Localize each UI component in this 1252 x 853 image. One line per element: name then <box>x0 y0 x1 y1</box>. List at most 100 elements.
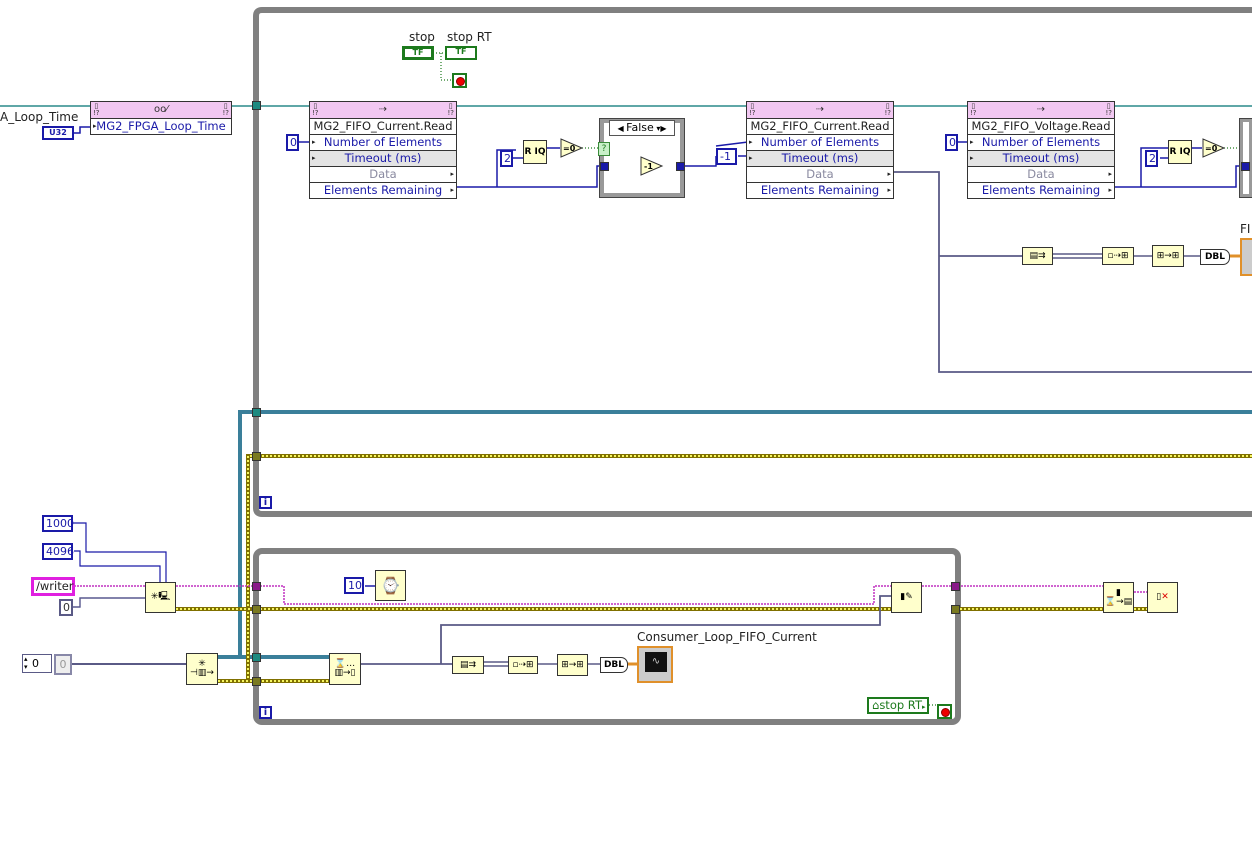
transpose-array-node[interactable]: ⊞→⊞ <box>1152 245 1184 267</box>
flush-stream-node[interactable]: ▮ ⌛→▤ <box>1103 582 1134 613</box>
stop-control-label: stop <box>409 30 435 44</box>
invoke-arrow-icon: ⇢ <box>1036 104 1046 115</box>
writer-path-const[interactable]: /writer <box>31 577 75 596</box>
numeric-control[interactable]: ▴ ▾ 0 <box>22 654 52 673</box>
iteration-terminal-top: i <box>259 496 272 509</box>
data-array-wire <box>892 171 1252 373</box>
queue-tunnel-top <box>252 408 261 417</box>
stop-control[interactable]: TF <box>402 46 434 60</box>
increment-decrement-icon[interactable]: ▴ ▾ <box>24 655 28 671</box>
write-stream-pencil-icon: ▮✎ <box>900 592 913 602</box>
loop-time-label: A_Loop_Time <box>0 110 79 124</box>
number-elements-const-1[interactable]: 0 <box>286 134 299 151</box>
decimate-array-icon: ▤⇉ <box>1029 250 1046 261</box>
terminal-elements-remaining[interactable]: Elements Remaining <box>324 183 442 197</box>
obtain-queue-icon: ✳ ⊣▥→ <box>190 659 214 678</box>
waveform-graph-icon: ∿ <box>645 652 667 672</box>
dequeue-element-node[interactable]: ⌛… ▥→▯ <box>329 653 361 685</box>
terminal-data[interactable]: Data <box>806 167 833 181</box>
stream-tunnel-left <box>252 582 261 591</box>
fpga-loop-time-terminal[interactable]: MG2_FPGA_Loop_Time <box>96 119 225 133</box>
stop-condition-icon <box>452 73 467 88</box>
terminal-number-of-elements[interactable]: Number of Elements <box>982 135 1100 149</box>
fpga-property-node[interactable]: ▯!? oo⁄ ▯!? ▸ MG2_FPGA_Loop_Time <box>90 101 232 135</box>
error-tunnel-bottom <box>252 677 261 686</box>
to-double-node-2[interactable]: DBL <box>600 657 628 673</box>
wait-ms-const[interactable]: 10 <box>344 577 364 594</box>
case-structure-2[interactable] <box>1239 118 1252 198</box>
case-selector[interactable]: ◀ False ▾▶ <box>609 120 675 136</box>
terminal-number-of-elements[interactable]: Number of Elements <box>324 135 442 149</box>
destroy-stream-node[interactable]: ▯✕ <box>1147 582 1178 613</box>
write-stream-node[interactable]: ▮✎ <box>891 582 922 613</box>
terminal-elements-remaining[interactable]: Elements Remaining <box>982 183 1100 197</box>
terminal-timeout[interactable]: Timeout (ms) <box>345 151 422 165</box>
decimate-array-node[interactable]: ▤⇉ <box>1022 247 1053 265</box>
waveform-graph-indicator-partial[interactable] <box>1240 238 1252 276</box>
u32-constant[interactable]: U32 <box>42 126 74 140</box>
transpose-array-icon: ⊞→⊞ <box>1156 250 1180 261</box>
dequeue-icon: ⌛… ▥→▯ <box>334 659 356 678</box>
equal-zero-node-1[interactable]: =0 <box>560 138 584 158</box>
equal-zero-node-2[interactable]: =0 <box>1202 138 1226 158</box>
svg-text:=0: =0 <box>1205 144 1218 153</box>
terminal-number-of-elements[interactable]: Number of Elements <box>761 135 879 149</box>
quotient-remainder-node-2[interactable]: R IQ <box>1168 140 1192 164</box>
queue-tunnel-bottom <box>252 653 261 662</box>
terminal-data[interactable]: Data <box>369 167 396 181</box>
stop-rt-local-variable[interactable]: ⌂stop RT▸ <box>867 697 929 714</box>
iteration-terminal-bottom: i <box>259 706 272 719</box>
indicator-label-partial: FI <box>1240 222 1251 236</box>
error-cluster-wire <box>247 455 1252 681</box>
decrement-node[interactable]: -1 <box>640 156 664 176</box>
number-elements-const-3[interactable]: 0 <box>945 134 958 151</box>
queue-refnum-wire <box>218 410 1252 659</box>
stream-tunnel-right <box>951 582 960 591</box>
error-tunnel-top <box>252 452 261 461</box>
graph-label: Consumer_Loop_FIFO_Current <box>637 630 817 644</box>
quotient-remainder-node-1[interactable]: R IQ <box>523 140 547 164</box>
divisor-const-2[interactable]: 2 <box>1145 150 1158 167</box>
invoke-arrow-icon: ⇢ <box>378 104 388 115</box>
transpose-array-icon: ⊞→⊞ <box>561 659 584 670</box>
create-writer-endpoint-node[interactable]: ✳🖳 <box>145 582 176 613</box>
error-tunnel-left <box>252 605 261 614</box>
destroy-stream-icon: ▯✕ <box>1156 592 1169 602</box>
fpga-ref-tunnel <box>252 101 261 110</box>
decimate-array-icon: ▤⇉ <box>459 659 477 670</box>
const-1000[interactable]: 1000 <box>42 515 74 532</box>
stop-rt-local[interactable]: TF <box>445 46 477 60</box>
terminal-timeout[interactable]: Timeout (ms) <box>782 151 859 165</box>
timeout-const[interactable]: -1 <box>716 148 737 165</box>
waveform-graph-indicator[interactable]: ∿ <box>637 646 673 683</box>
decimate-array-node-2[interactable]: ▤⇉ <box>452 656 484 674</box>
obtain-queue-node[interactable]: ✳ ⊣▥→ <box>186 653 218 685</box>
case-output-tunnel <box>676 162 685 171</box>
const-4096[interactable]: 4096 <box>42 543 74 560</box>
case-input-tunnel-2 <box>1241 162 1250 171</box>
method-name: MG2_FIFO_Current.Read <box>310 119 456 135</box>
terminal-elements-remaining[interactable]: Elements Remaining <box>761 183 879 197</box>
invoke-arrow-icon: ⇢ <box>815 104 825 115</box>
svg-text:=0: =0 <box>563 144 576 153</box>
fifo-current-read-1[interactable]: ▯!? ⇢ ▯!? MG2_FIFO_Current.Read ▸ Number of… <box>309 101 457 199</box>
flush-stream-icon: ▮ ⌛→▤ <box>1104 587 1133 607</box>
build-array-node-2[interactable]: ▫⇢⊞ <box>508 656 538 674</box>
method-name: MG2_FIFO_Current.Read <box>747 119 893 135</box>
const-0[interactable]: 0 <box>59 599 73 616</box>
build-array-icon: ▫⇢⊞ <box>1107 250 1129 261</box>
build-array-node[interactable]: ▫⇢⊞ <box>1102 247 1134 265</box>
fifo-current-read-2[interactable]: ▯!? ⇢ ▯!? MG2_FIFO_Current.Read ▸ Number of… <box>746 101 894 199</box>
transpose-array-node-2[interactable]: ⊞→⊞ <box>557 654 588 676</box>
terminal-timeout[interactable]: Timeout (ms) <box>1003 151 1080 165</box>
terminal-data[interactable]: Data <box>1027 167 1054 181</box>
to-double-node[interactable]: DBL <box>1200 249 1230 265</box>
case-input-tunnel <box>600 162 609 171</box>
stream-reference-wire <box>74 585 1148 605</box>
divisor-const-1[interactable]: 2 <box>500 150 513 167</box>
stop-rt-label: stop RT <box>447 30 492 44</box>
wait-ms-node[interactable]: ⌚ <box>375 570 406 601</box>
build-array-icon: ▫⇢⊞ <box>512 659 534 670</box>
stop-condition-icon-bottom <box>937 704 952 719</box>
fifo-voltage-read[interactable]: ▯!? ⇢ ▯!? MG2_FIFO_Voltage.Read ▸ Number of… <box>967 101 1115 199</box>
